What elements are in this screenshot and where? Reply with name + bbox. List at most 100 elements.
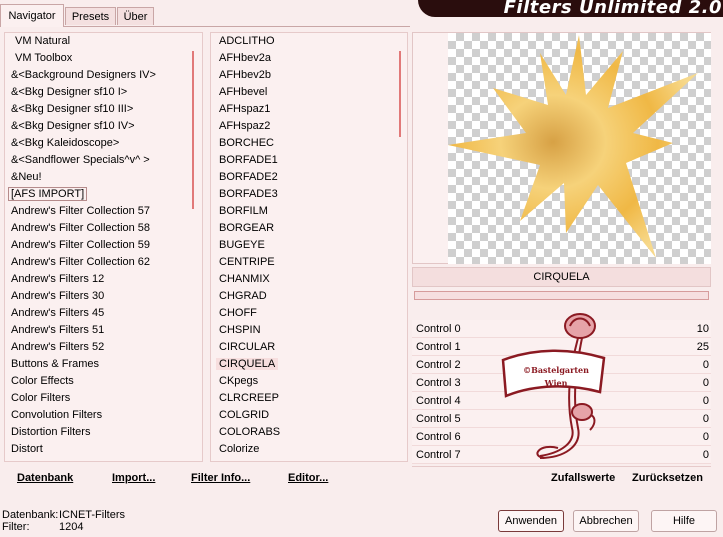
category-item-label: Color Filters — [11, 392, 71, 404]
category-item[interactable]: &<Bkg Designer sf10 III> — [11, 101, 133, 118]
filter-item-label: AFHspaz1 — [219, 103, 271, 115]
filter-item[interactable]: AFHspaz1 — [219, 101, 270, 118]
category-item[interactable]: Color Effects — [11, 373, 74, 390]
filter-item[interactable]: CENTRIPE — [219, 254, 275, 271]
filter-item[interactable]: BORFADE1 — [219, 152, 278, 169]
filter-list[interactable]: ADCLITHO AFHbev2a AFHbev2b AFHbevel AFHspaz1… — [210, 32, 408, 462]
control-label: Control 7 — [416, 449, 461, 461]
tab-presets[interactable]: Presets — [65, 7, 116, 25]
filter-item-label: CKpegs — [219, 375, 259, 387]
filter-item-label: CHSPIN — [219, 324, 261, 336]
category-item[interactable]: VM Natural — [15, 33, 70, 50]
category-item[interactable]: Andrew's Filters 51 — [11, 322, 104, 339]
control-value[interactable]: 0 — [703, 392, 709, 410]
filter-item[interactable]: CKpegs — [219, 373, 258, 390]
filter-item[interactable]: BORFADE3 — [219, 186, 278, 203]
category-item[interactable]: &Neu! — [11, 169, 42, 186]
category-item[interactable]: Andrew's Filter Collection 57 — [11, 203, 150, 220]
database-button[interactable]: Datenbank — [17, 472, 73, 484]
filter-item-label: AFHspaz2 — [219, 120, 271, 132]
control-value[interactable]: 25 — [697, 338, 709, 356]
editor-label: Editor... — [288, 472, 329, 484]
category-item-label: VM Toolbox — [15, 52, 73, 64]
category-item[interactable]: [AFS IMPORT] — [8, 186, 88, 203]
filter-item-label: CIRCULAR — [219, 341, 276, 353]
filter-scrollbar[interactable] — [399, 51, 401, 137]
category-item[interactable]: &<Bkg Designer sf10 I> — [11, 84, 127, 101]
help-button[interactable]: Hilfe — [651, 510, 717, 532]
category-item[interactable]: Color Filters — [11, 390, 70, 407]
filter-item[interactable]: CIRCULAR — [219, 339, 275, 356]
category-item[interactable]: VM Toolbox — [15, 50, 72, 67]
category-item[interactable]: &<Bkg Designer sf10 IV> — [11, 118, 135, 135]
filter-item[interactable]: BUGEYE — [219, 237, 265, 254]
filter-item[interactable]: AFHbevel — [219, 84, 267, 101]
tab-uber[interactable]: Über — [117, 7, 154, 25]
filter-item[interactable]: AFHspaz2 — [219, 118, 270, 135]
category-item-label: &<Bkg Designer sf10 III> — [11, 103, 134, 115]
category-item[interactable]: Andrew's Filters 12 — [11, 271, 104, 288]
filter-item[interactable]: AFHbev2a — [219, 50, 271, 67]
control-label: Control 2 — [416, 359, 461, 371]
random-values-button[interactable]: Zufallswerte — [551, 472, 615, 484]
category-scrollbar[interactable] — [192, 51, 194, 209]
category-item-label: [AFS IMPORT] — [8, 187, 88, 201]
category-item-label: &<Bkg Designer sf10 I> — [11, 86, 128, 98]
filter-item[interactable]: COLORABS — [219, 424, 280, 441]
window-title: Filters Unlimited 2.0 — [503, 0, 722, 18]
filter-item[interactable]: AFHbev2b — [219, 67, 271, 84]
filter-item[interactable]: COLSTEEL — [219, 458, 276, 461]
control-value[interactable]: 0 — [703, 410, 709, 428]
filter-item[interactable]: CHANMIX — [219, 271, 270, 288]
control-value[interactable]: 0 — [703, 374, 709, 392]
category-item[interactable]: Andrew's Filter Collection 62 — [11, 254, 150, 271]
filter-item[interactable]: CHGRAD — [219, 288, 267, 305]
category-item[interactable]: Andrew's Filter Collection 59 — [11, 237, 150, 254]
category-item-label: Andrew's Filter Collection 58 — [11, 222, 151, 234]
control-value[interactable]: 0 — [703, 356, 709, 374]
reset-button[interactable]: Zurücksetzen — [632, 472, 703, 484]
category-list[interactable]: VM Natural VM Toolbox &<Background Designe… — [4, 32, 203, 462]
selected-filter-name: CIRQUELA — [412, 267, 711, 287]
cancel-button[interactable]: Abbrechen — [573, 510, 639, 532]
category-item[interactable]: Distortion Filters — [11, 424, 90, 441]
filter-item[interactable]: CHSPIN — [219, 322, 261, 339]
category-item-label: Andrew's Filter Collection 57 — [11, 205, 151, 217]
filter-item[interactable]: BORFADE2 — [219, 169, 278, 186]
filter-item[interactable]: BORFILM — [219, 203, 268, 220]
filter-item-label: BORFADE3 — [219, 188, 278, 200]
category-item[interactable]: Buttons & Frames — [11, 356, 99, 373]
category-item[interactable]: Andrew's Filters 45 — [11, 305, 104, 322]
editor-button[interactable]: Editor... — [288, 472, 328, 484]
category-item[interactable]: &<Background Designers IV> — [11, 67, 156, 84]
filter-item[interactable]: BORGEAR — [219, 220, 274, 237]
category-item[interactable]: Andrew's Filter Collection 58 — [11, 220, 150, 237]
filter-item-label: CLRCREEP — [219, 392, 279, 404]
tab-navigator[interactable]: Navigator — [0, 4, 64, 27]
control-label: Control 4 — [416, 395, 461, 407]
filter-item[interactable]: CIRQUELA — [216, 356, 279, 373]
filter-item-label: CHANMIX — [219, 273, 270, 285]
control-value[interactable]: 10 — [697, 320, 709, 338]
category-item[interactable]: Andrew's Filters 30 — [11, 288, 104, 305]
filter-info-button[interactable]: Filter Info... — [191, 472, 250, 484]
category-item[interactable]: Convolution Filters — [11, 407, 102, 424]
category-item-label: &<Sandflower Specials^v^ > — [11, 154, 150, 166]
import-button[interactable]: Import... — [112, 472, 155, 484]
category-item[interactable]: Andrew's Filters 52 — [11, 339, 104, 356]
filter-item[interactable]: Colorize — [219, 441, 259, 458]
status-database-label: Datenbank: — [2, 509, 59, 521]
category-item[interactable]: &<Bkg Kaleidoscope> — [11, 135, 119, 152]
control-value[interactable]: 0 — [703, 428, 709, 446]
filter-item[interactable]: BORCHEC — [219, 135, 274, 152]
filter-item-label: AFHbevel — [219, 86, 268, 98]
filter-item[interactable]: ADCLITHO — [219, 33, 275, 50]
filter-item[interactable]: COLGRID — [219, 407, 269, 424]
filter-item[interactable]: CHOFF — [219, 305, 257, 322]
control-value[interactable]: 0 — [703, 446, 709, 464]
apply-button[interactable]: Anwenden — [498, 510, 564, 532]
category-item[interactable]: Distort — [11, 441, 43, 458]
category-item[interactable]: &<Sandflower Specials^v^ > — [11, 152, 150, 169]
filter-item[interactable]: CLRCREEP — [219, 390, 279, 407]
category-item-label: Andrew's Filters 52 — [11, 341, 105, 353]
